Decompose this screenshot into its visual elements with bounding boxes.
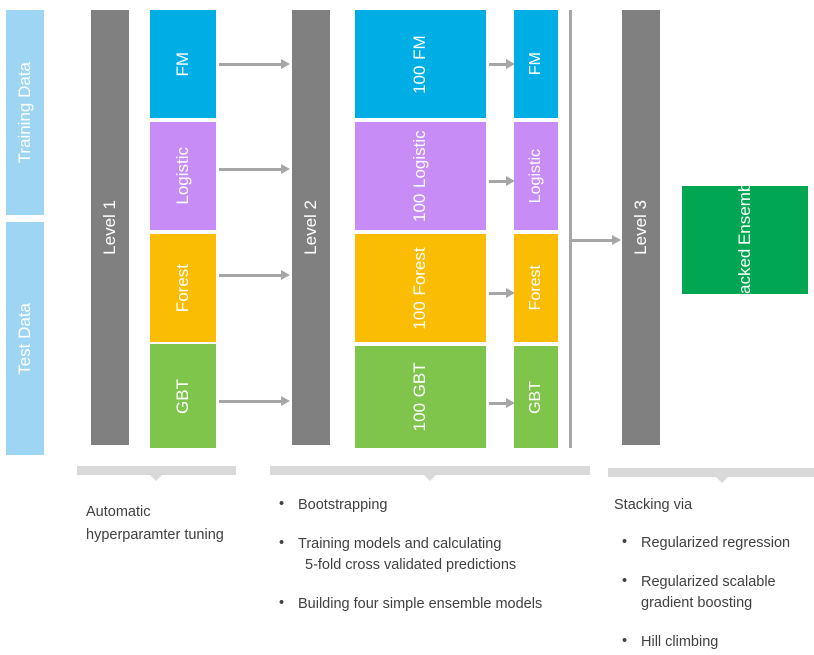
level-1-bar[interactable]: Level 1 [91, 10, 129, 445]
level2-bagged-fm-name: FM [410, 34, 430, 60]
level2-bagged-logistic-count: 100 [410, 193, 430, 222]
level2-bagged-gbt-name: GBT [410, 362, 430, 398]
level2-bagged-forest-count: 100 [410, 300, 430, 330]
level2-ensemble-gbt[interactable]: GBT [514, 346, 558, 448]
bullet-text: Training models and calculating [298, 536, 502, 553]
callout-text-level1: Automatic hyperparamter tuning [86, 502, 266, 546]
level2-ensemble-fm-label: FM [527, 52, 545, 76]
level2-bagged-gbt[interactable]: 100 GBT [355, 346, 486, 448]
level1-model-logistic[interactable]: Logistic [150, 122, 216, 230]
arrow-fm-to-level2 [219, 63, 281, 66]
training-data-label: Training Data [15, 61, 35, 164]
level2-bagged-logistic[interactable]: 100 Logistic [355, 122, 486, 230]
arrow-bagged-forest-to-ensemble [489, 292, 507, 295]
callout-level1-line2: hyperparamter tuning [86, 527, 224, 544]
test-data-box[interactable]: Test Data [6, 222, 44, 455]
list-item: • Training models and calculating 5-fold… [277, 534, 587, 575]
bullet-text: Bootstrapping [298, 497, 388, 513]
bullet-glyph: • [622, 573, 628, 590]
bullet-glyph: • [622, 534, 628, 550]
arrow-fm-to-level2-head [281, 59, 290, 69]
level2-ensemble-fm[interactable]: FM [514, 10, 558, 118]
bullet-glyph: • [279, 496, 285, 512]
list-item: • Hill climbing [620, 632, 814, 652]
bullet-text: Building four simple ensemble models [298, 595, 543, 612]
arrow-forest-to-level2-head [281, 270, 290, 280]
level1-model-forest[interactable]: Forest [150, 234, 216, 342]
training-data-box[interactable]: Training Data [6, 10, 44, 215]
diagram-canvas: Training Data Test Data Level 1 FM Logis… [0, 0, 814, 655]
level2-bagged-logistic-name: Logistic [410, 129, 430, 188]
level2-ensemble-forest[interactable]: Forest [514, 234, 558, 342]
bullet-text: Regularized regression [641, 535, 791, 551]
level-3-label: Level 3 [631, 200, 651, 255]
bullet-text-continued: 5-fold cross validated predictions [305, 556, 517, 573]
arrow-bagged-gbt-to-ensemble [489, 402, 507, 405]
arrow-bagged-fm-to-ensemble [489, 63, 507, 66]
bullet-glyph: • [279, 594, 285, 611]
callout-tip-level1 [150, 475, 162, 481]
arrow-collector-to-level3-head [612, 235, 621, 245]
bullet-text-continued: gradient boosting [641, 594, 753, 611]
level2-bagged-logistic-label: 100 Logistic [410, 129, 430, 222]
stacked-ensemble-box[interactable]: Stacked Ensemble [682, 169, 808, 311]
arrow-forest-to-level2 [219, 274, 281, 277]
callout-tip-level2 [424, 475, 436, 481]
level1-model-fm-label: FM [173, 51, 193, 77]
level2-bagged-gbt-count: 100 [410, 403, 430, 432]
level1-model-gbt-label: GBT [173, 378, 193, 414]
callout-bar-level2 [270, 466, 590, 475]
level2-bagged-forest-label: 100 Forest [410, 246, 430, 330]
level2-ensemble-logistic[interactable]: Logistic [514, 122, 558, 230]
level1-model-forest-label: Forest [173, 263, 193, 313]
level2-ensemble-forest-label: Forest [527, 265, 545, 311]
bullet-glyph: • [279, 535, 285, 552]
bullet-text: Hill climbing [641, 633, 719, 650]
ensemble-collector-line [569, 10, 572, 448]
level2-ensemble-logistic-label: Logistic [527, 148, 545, 204]
stacked-ensemble-line2: Ensemble [734, 169, 754, 246]
stacked-ensemble-line1: Stacked [734, 249, 754, 311]
callout-level3-headline: Stacking via [614, 497, 693, 513]
arrow-logistic-to-level2-head [281, 164, 290, 174]
level2-bagged-fm[interactable]: 100 FM [355, 10, 486, 118]
callout-text-level3: Stacking via [614, 495, 814, 518]
test-data-label: Test Data [15, 302, 35, 375]
level-1-label: Level 1 [100, 200, 120, 255]
callout-bullets-level3: • Regularized regression • Regularized s… [620, 533, 814, 652]
callout-bullets-level2: • Bootstrapping • Training models and ca… [277, 495, 587, 614]
level2-bagged-forest-name: Forest [410, 246, 430, 295]
level1-model-gbt[interactable]: GBT [150, 344, 216, 448]
arrow-collector-to-level3 [572, 239, 614, 242]
level-3-bar[interactable]: Level 3 [622, 10, 660, 445]
level1-model-logistic-label: Logistic [173, 147, 193, 205]
level-2-label: Level 2 [301, 200, 321, 255]
level2-bagged-forest[interactable]: 100 Forest [355, 234, 486, 342]
list-item: • Bootstrapping [277, 495, 587, 515]
arrow-bagged-logistic-to-ensemble [489, 180, 507, 183]
stacked-ensemble-label: Stacked Ensemble [734, 169, 755, 311]
level2-ensemble-gbt-label: GBT [527, 380, 545, 414]
callout-bar-level1 [77, 466, 236, 475]
level-2-bar[interactable]: Level 2 [292, 10, 330, 445]
callout-tip-level3 [716, 477, 728, 483]
bullet-glyph: • [622, 632, 628, 649]
level2-bagged-gbt-label: 100 GBT [410, 362, 430, 432]
callout-bar-level3 [608, 468, 814, 477]
bullet-text: Regularized scalable [641, 574, 776, 591]
level1-model-fm[interactable]: FM [150, 10, 216, 118]
list-item: • Building four simple ensemble models [277, 594, 587, 614]
arrow-logistic-to-level2 [219, 168, 281, 171]
level2-bagged-fm-count: 100 [410, 65, 430, 94]
arrow-gbt-to-level2 [219, 400, 281, 403]
list-item: • Regularized regression [620, 533, 814, 553]
level2-bagged-fm-label: 100 FM [410, 34, 430, 94]
list-item: • Regularized scalable gradient boosting [620, 572, 814, 613]
arrow-gbt-to-level2-head [281, 396, 290, 406]
callout-level1-line1: Automatic [86, 504, 151, 520]
